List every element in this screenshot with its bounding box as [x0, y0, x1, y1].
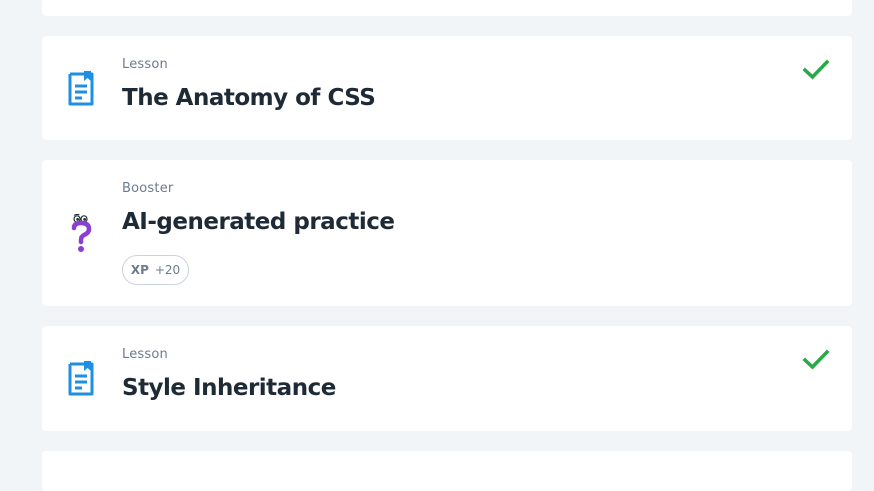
item-kind-label: Booster — [122, 181, 174, 196]
item-kind-label: Lesson — [122, 57, 168, 72]
list-item-partial-top[interactable] — [42, 0, 852, 16]
lesson-card-style-inheritance[interactable]: Lesson Style Inheritance — [42, 326, 852, 431]
list-item-partial-bottom[interactable] — [42, 451, 852, 491]
lesson-book-icon — [66, 360, 98, 400]
item-title: The Anatomy of CSS — [122, 85, 376, 111]
xp-value: +20 — [154, 263, 181, 277]
item-kind-label: Lesson — [122, 347, 168, 362]
xp-badge: XP +20 — [122, 255, 189, 285]
xp-label: XP — [130, 263, 149, 277]
item-title: Style Inheritance — [122, 375, 336, 401]
booster-card-ai-practice[interactable]: Booster AI-generated practice XP +20 — [42, 160, 852, 306]
question-mark-character-icon — [66, 213, 98, 254]
checkmark-icon — [802, 348, 830, 372]
lesson-card-anatomy-of-css[interactable]: Lesson The Anatomy of CSS — [42, 36, 852, 140]
item-title: AI-generated practice — [122, 209, 395, 235]
checkmark-icon — [802, 58, 830, 82]
lesson-book-icon — [66, 70, 98, 110]
